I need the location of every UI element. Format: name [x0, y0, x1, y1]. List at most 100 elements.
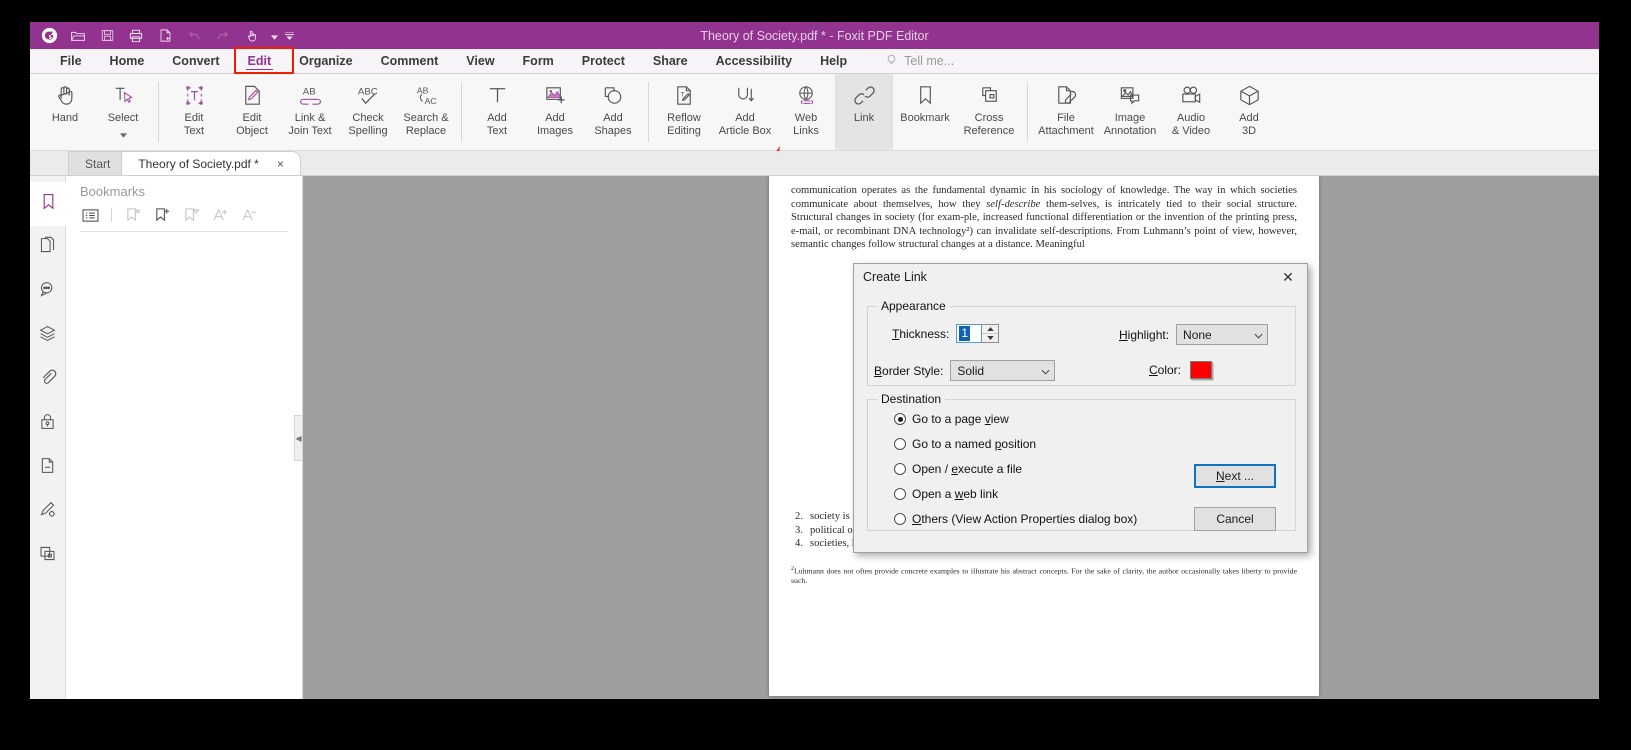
ribbon-hand-tool[interactable]: Hand: [36, 74, 94, 150]
collapse-panel-button[interactable]: ◀: [294, 415, 303, 461]
radio-open-web-link[interactable]: Open a web link: [894, 487, 998, 501]
ribbon-check-spelling-label: Check Spelling: [348, 112, 388, 137]
ribbon-cross-reference[interactable]: Cross Reference: [957, 74, 1021, 150]
radio-indicator: [894, 413, 906, 425]
menu-protect[interactable]: Protect: [568, 49, 639, 73]
svg-text:AB: AB: [302, 86, 315, 97]
radio-go-to-page-view[interactable]: Go to a page view: [894, 412, 1009, 426]
radio-open-execute-file[interactable]: Open / execute a file: [894, 462, 1022, 476]
list-item-number: 4.: [795, 538, 803, 550]
cancel-button-label: Cancel: [1216, 512, 1254, 526]
ribbon-link[interactable]: Link: [835, 74, 893, 150]
spin-down-icon[interactable]: [982, 334, 998, 342]
ribbon-link-join-text-label: Link & Join Text: [288, 112, 332, 137]
next-button[interactable]: Next ...: [1194, 464, 1276, 488]
menu-help[interactable]: Help: [806, 49, 861, 73]
ribbon-edit-text[interactable]: Edit Text: [165, 74, 223, 150]
attachments-nav-button[interactable]: [30, 358, 66, 402]
ribbon-add-shapes[interactable]: Add Shapes: [584, 74, 642, 150]
thickness-stepper[interactable]: 1: [956, 324, 1000, 343]
ribbon-add-text[interactable]: Add Text: [468, 74, 526, 150]
close-icon[interactable]: ✕: [1273, 266, 1303, 288]
menu-comment[interactable]: Comment: [367, 49, 453, 73]
color-label: Color:: [1149, 363, 1182, 377]
highlight-select[interactable]: None: [1176, 324, 1269, 345]
spin-up-icon[interactable]: [982, 325, 999, 334]
thickness-value: 1: [959, 326, 971, 341]
quick-access-toolbar: [30, 24, 295, 48]
add-3d-icon: [1237, 80, 1262, 110]
ribbon-bookmark[interactable]: Bookmark: [893, 74, 957, 150]
customize-quick-access-icon[interactable]: [283, 24, 295, 48]
save-icon[interactable]: [94, 24, 120, 48]
ribbon-reflow-editing[interactable]: T Reflow Editing: [655, 74, 713, 150]
new-bookmark-icon[interactable]: [152, 205, 172, 225]
ribbon-check-spelling[interactable]: ABC Check Spelling: [339, 74, 397, 150]
ribbon-add-images[interactable]: Add Images: [526, 74, 584, 150]
ribbon-web-links[interactable]: Web Links: [777, 74, 835, 150]
stamps-nav-icon: [38, 544, 57, 568]
signatures-nav-button[interactable]: [30, 490, 66, 534]
ribbon-add-article-box[interactable]: Add Article Box: [713, 74, 777, 150]
menu-file[interactable]: File: [46, 49, 96, 73]
edit-bookmark-icon: [181, 205, 201, 225]
color-swatch[interactable]: [1190, 361, 1213, 379]
hand-icon: [53, 80, 78, 110]
destination-legend: Destination: [877, 392, 946, 406]
cancel-button[interactable]: Cancel: [1194, 507, 1276, 531]
ribbon-file-attachment[interactable]: File Attachment: [1034, 74, 1098, 150]
add-images-icon: [543, 80, 568, 110]
ribbon-cross-reference-label: Cross Reference: [963, 112, 1015, 137]
thickness-input[interactable]: 1: [956, 324, 983, 343]
menu-convert[interactable]: Convert: [158, 49, 233, 73]
close-tab-icon[interactable]: ×: [277, 157, 284, 171]
select-dropdown-icon[interactable]: [119, 125, 127, 143]
menu-form[interactable]: Form: [509, 49, 568, 73]
toolbar-separator: [111, 208, 112, 222]
print-icon[interactable]: [123, 24, 149, 48]
radio-label: Go to a named position: [912, 437, 1037, 451]
hand-tool-dropdown-icon[interactable]: [268, 24, 280, 48]
radio-others[interactable]: Others (View Action Properties dialog bo…: [894, 512, 1137, 526]
document-tab-bar: Start Theory of Society.pdf * ×: [30, 151, 1599, 176]
comments-nav-button[interactable]: [30, 270, 66, 314]
ribbon-edit-object[interactable]: Edit Object: [223, 74, 281, 150]
menu-accessibility[interactable]: Accessibility: [702, 49, 806, 73]
ribbon-select-tool[interactable]: Select: [94, 74, 152, 150]
radio-go-to-named-position[interactable]: Go to a named position: [894, 437, 1036, 451]
menu-view[interactable]: View: [452, 49, 508, 73]
new-from-file-icon[interactable]: [152, 24, 178, 48]
fields-nav-button[interactable]: [30, 446, 66, 490]
hand-tool-icon[interactable]: [239, 24, 265, 48]
doc-tab-theory-of-society[interactable]: Theory of Society.pdf * ×: [121, 151, 301, 175]
menu-share[interactable]: Share: [639, 49, 702, 73]
stamps-nav-button[interactable]: [30, 534, 66, 578]
ribbon-link-join-text[interactable]: AB Link & Join Text: [281, 74, 339, 150]
foxit-logo-icon[interactable]: [36, 24, 62, 48]
application-window: Theory of Society.pdf * - Foxit PDF Edit…: [0, 0, 1631, 750]
border-style-select[interactable]: Solid: [950, 360, 1056, 381]
ribbon-audio-video[interactable]: Audio & Video: [1162, 74, 1220, 150]
web-links-icon: [794, 80, 819, 110]
menu-organize[interactable]: Organize: [285, 49, 367, 73]
doc-tab-start[interactable]: Start: [68, 151, 128, 175]
ribbon-select-tool-label: Select: [107, 112, 139, 124]
thickness-spin-buttons[interactable]: [982, 324, 1000, 343]
decrease-text-size-icon: [239, 205, 259, 225]
menu-home[interactable]: Home: [96, 49, 159, 73]
ribbon-image-annotation[interactable]: Image Annotation: [1098, 74, 1162, 150]
highlight-row: Highlight: None: [1119, 324, 1269, 345]
bookmark-options-icon[interactable]: [80, 205, 100, 225]
ribbon-search-replace[interactable]: AB AC Search & Replace: [397, 74, 455, 150]
tell-me-search[interactable]: Tell me...: [885, 53, 954, 69]
bookmarks-nav-button[interactable]: [30, 182, 66, 226]
ribbon-add-3d[interactable]: Add 3D: [1220, 74, 1278, 150]
page-thumbnails-nav-button[interactable]: [30, 226, 66, 270]
open-icon[interactable]: [65, 24, 91, 48]
layers-nav-button[interactable]: [30, 314, 66, 358]
security-nav-button[interactable]: [30, 402, 66, 446]
ribbon-hand-tool-label: Hand: [51, 112, 79, 124]
menu-edit[interactable]: Edit: [234, 49, 286, 73]
svg-text:ABC: ABC: [357, 86, 377, 97]
pdf-paragraph: communication operates as the fundamenta…: [791, 184, 1297, 252]
